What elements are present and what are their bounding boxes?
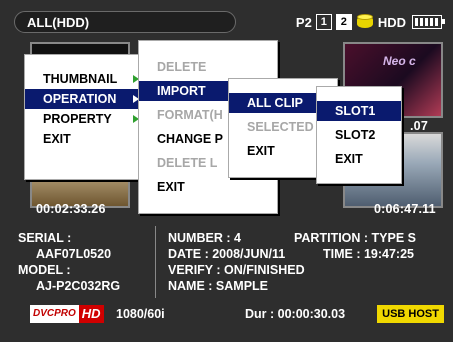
status-indicators: P2 1 2 HDD xyxy=(295,12,445,32)
menu-item-property[interactable]: PROPERTY xyxy=(25,109,147,129)
menu-item-label: DELETE L xyxy=(157,156,218,170)
date-value: DATE : 2008/JUN/11 xyxy=(168,247,286,261)
menu-item-label: OPERATION xyxy=(43,92,117,106)
usb-host-badge: USB HOST xyxy=(377,305,444,323)
top-bar: ALL(HDD) P2 1 2 HDD xyxy=(14,10,445,34)
neon-text: Neo c xyxy=(383,54,416,68)
format-label: 1080/60i xyxy=(116,307,165,321)
menu-item-label: EXIT xyxy=(247,144,275,158)
menu-item-slot2[interactable]: SLOT2 xyxy=(317,125,401,145)
thumbnail-timecode: 00:02:33.26 xyxy=(36,202,106,216)
time-value: TIME : 19:47:25 xyxy=(323,247,415,261)
menu-item-operation[interactable]: OPERATION xyxy=(25,89,147,109)
menu-item-exit[interactable]: EXIT xyxy=(25,129,147,149)
thumbnail-timecode: .07 xyxy=(410,119,428,133)
menu-item-delete[interactable]: DELETE xyxy=(139,57,277,77)
battery-icon xyxy=(412,15,445,29)
dvcpro-hd-logo: DVCPRO HD xyxy=(30,305,104,323)
main-menu: THUMBNAIL OPERATION PROPERTY EXIT xyxy=(24,54,148,180)
number-value: NUMBER : 4 xyxy=(168,231,241,245)
p2-label: P2 xyxy=(295,14,312,30)
menu-item-label: EXIT xyxy=(43,132,71,146)
menu-item-thumbnail[interactable]: THUMBNAIL xyxy=(25,69,147,89)
partition-value: PARTITION : TYPE S xyxy=(294,231,416,245)
thumbnail-timecode: 0:06:47.11 xyxy=(374,202,436,216)
clip-info-panel: SERIAL : AAF07L0520 MODEL : AJ-P2C032RG … xyxy=(14,224,444,306)
model-label: MODEL : xyxy=(18,263,71,277)
menu-item-label: FORMAT(H xyxy=(157,108,223,122)
menu-item-label: DELETE xyxy=(157,60,207,74)
menu-item-label: PROPERTY xyxy=(43,112,112,126)
menu-item-label: SLOT2 xyxy=(335,128,376,142)
slot1-indicator: 1 xyxy=(315,14,332,30)
bottom-bar: DVCPRO HD 1080/60i Dur : 00:00:30.03 USB… xyxy=(14,305,444,325)
menu-item-label: CHANGE P xyxy=(157,132,223,146)
screen: ALL(HDD) P2 1 2 HDD Neo c 00:02:33.26 0:… xyxy=(0,0,453,342)
menu-item-label: SLOT1 xyxy=(335,104,376,118)
slot2-indicator: 2 xyxy=(335,14,352,30)
model-value: AJ-P2C032RG xyxy=(36,279,121,293)
menu-item-label: EXIT xyxy=(157,180,185,194)
dvcpro-text: DVCPRO xyxy=(30,305,79,323)
menu-item-label: THUMBNAIL xyxy=(43,72,118,86)
menu-item-label: EXIT xyxy=(335,152,363,166)
allclip-submenu: SLOT1 SLOT2 EXIT xyxy=(316,86,402,184)
hdd-label: HDD xyxy=(377,14,406,30)
divider xyxy=(155,226,156,298)
menu-item-exit[interactable]: EXIT xyxy=(317,149,401,169)
menu-item-label: IMPORT xyxy=(157,84,206,98)
menu-item-label: ALL CLIP xyxy=(247,96,304,110)
menu-item-slot1[interactable]: SLOT1 xyxy=(317,101,401,121)
serial-label: SERIAL : xyxy=(18,231,72,245)
menu-item-exit[interactable]: EXIT xyxy=(139,177,277,197)
name-value: NAME : SAMPLE xyxy=(168,279,268,293)
hdd-icon xyxy=(356,14,374,30)
mode-label: ALL(HDD) xyxy=(14,11,236,33)
serial-value: AAF07L0520 xyxy=(36,247,112,261)
hd-text: HD xyxy=(78,305,104,323)
verify-value: VERIFY : ON/FINISHED xyxy=(168,263,305,277)
duration-label: Dur : 00:00:30.03 xyxy=(245,307,346,321)
menu-item-label: SELECTED xyxy=(247,120,314,134)
